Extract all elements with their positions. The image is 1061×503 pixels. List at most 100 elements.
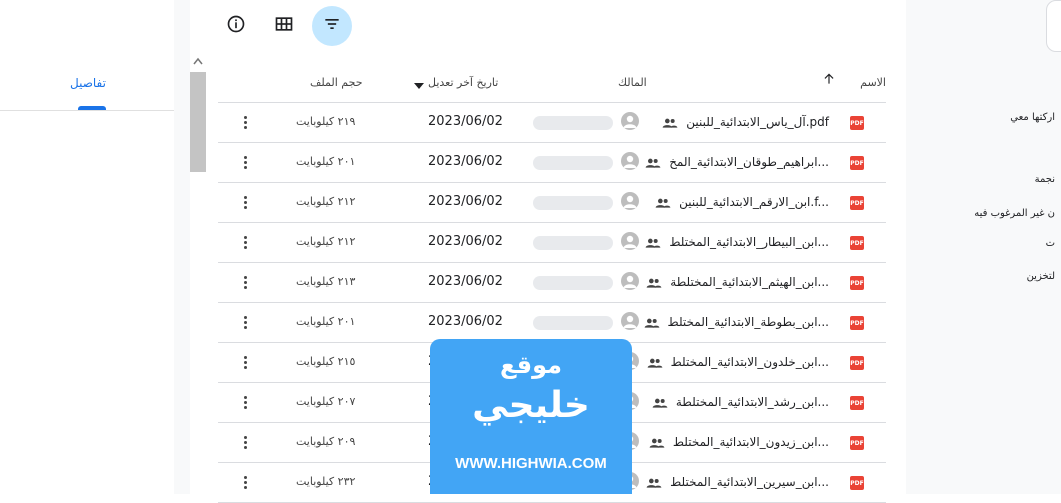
table-row[interactable]: PDF ابن_الهيثم_الابتدائية_المختلطة... 2023… [218, 262, 886, 303]
details-panel: تفاصيل [0, 0, 174, 494]
divider [0, 110, 174, 111]
file-size: ٢١٩ كيلوبايت [296, 115, 356, 128]
right-nav-panel: اركتها معي نجمة ن غير المرغوب فيه ت لتخز… [906, 0, 1061, 494]
file-size: ٢١٢ كيلوبايت [296, 195, 356, 208]
pdf-file-icon: PDF [850, 276, 864, 290]
shared-people-icon [645, 154, 661, 173]
owner-avatar [621, 312, 639, 330]
modified-date: 2023/06/02 [428, 114, 503, 129]
right-card [1046, 0, 1061, 52]
grid-view-icon [274, 14, 294, 38]
owner-name-redacted [533, 156, 613, 170]
owner-name-redacted [533, 276, 613, 290]
more-actions-icon[interactable] [238, 152, 252, 172]
file-size: ٢٠١ كيلوبايت [296, 155, 356, 168]
pdf-file-icon: PDF [850, 436, 864, 450]
modified-date: 2023/06/02 [428, 194, 503, 209]
nav-item-starred[interactable]: نجمة [1035, 174, 1055, 185]
filter-icon [322, 14, 342, 38]
shared-people-icon [645, 234, 661, 253]
file-name[interactable]: آل_ياس_الابتدائية_للبنين.pdf [686, 115, 829, 129]
shared-people-icon [649, 434, 665, 453]
file-name[interactable]: ابن_البيطار_الابتدائية_المختلط... [669, 235, 829, 249]
modified-date: 2023/06/02 [428, 154, 503, 169]
nav-item-storage[interactable]: لتخزين [1027, 271, 1055, 282]
nav-item-spam[interactable]: ن غير المرغوب فيه [974, 208, 1055, 219]
modified-date: 2023/06/02 [428, 234, 503, 249]
nav-item-shared-with-me[interactable]: اركتها معي [1010, 112, 1055, 123]
pdf-file-icon: PDF [850, 116, 864, 130]
shared-people-icon [655, 194, 671, 213]
shared-people-icon [652, 394, 668, 413]
filter-button[interactable] [312, 6, 352, 46]
owner-avatar [621, 192, 639, 210]
table-row[interactable]: PDF ابن_الارقم_الابتدائية_للبنين.f... 2023… [218, 182, 886, 223]
file-size: ٢٣٢ كيلوبايت [296, 475, 356, 488]
panel-gap [174, 0, 190, 494]
column-modified[interactable]: تاريخ آخر تعديل [428, 76, 498, 89]
file-size: ٢٠٧ كيلوبايت [296, 395, 356, 408]
pdf-file-icon: PDF [850, 236, 864, 250]
shared-people-icon [646, 474, 662, 493]
owner-name-redacted [533, 236, 613, 250]
sort-dropdown-icon[interactable] [414, 79, 424, 92]
file-size: ٢٠١ كيلوبايت [296, 315, 356, 328]
more-actions-icon[interactable] [238, 312, 252, 332]
modified-date: 2023/06/02 [428, 314, 503, 329]
file-name[interactable]: ابن_سيرين_الابتدائية_المختلط... [670, 475, 829, 489]
owner-name-redacted [533, 116, 613, 130]
info-icon [226, 14, 246, 38]
pdf-file-icon: PDF [850, 196, 864, 210]
file-name[interactable]: ابن_الهيثم_الابتدائية_المختلطة... [670, 275, 829, 289]
more-actions-icon[interactable] [238, 432, 252, 452]
owner-name-redacted [533, 196, 613, 210]
file-name[interactable]: ابن_خلدون_الابتدائية_المختلط... [671, 355, 829, 369]
file-name[interactable]: ابن_رشد_الابتدائية_المختلطة... [676, 395, 829, 409]
info-button[interactable] [216, 6, 256, 46]
owner-name-redacted [533, 316, 613, 330]
watermark-line1: موقع [499, 351, 562, 379]
pdf-file-icon: PDF [850, 356, 864, 370]
column-size[interactable]: حجم الملف [310, 76, 363, 89]
more-actions-icon[interactable] [238, 232, 252, 252]
more-actions-icon[interactable] [238, 272, 252, 292]
modified-date: 2023/06/02 [428, 274, 503, 289]
file-size: ٢١٥ كيلوبايت [296, 355, 356, 368]
file-list-header: الاسم المالك تاريخ آخر تعديل حجم الملف [218, 60, 886, 103]
file-name[interactable]: ابن_الارقم_الابتدائية_للبنين.f... [679, 195, 829, 209]
sort-arrow-up-icon[interactable] [822, 72, 836, 89]
shared-people-icon [646, 274, 662, 293]
file-size: ٢٠٩ كيلوبايت [296, 435, 356, 448]
scrollbar-thumb[interactable] [190, 72, 206, 172]
table-row[interactable]: PDF ابن_البيطار_الابتدائية_المختلط... 2023… [218, 222, 886, 263]
more-actions-icon[interactable] [238, 112, 252, 132]
file-name[interactable]: ابراهيم_طوقان_الابتدائية_المخ... [669, 155, 829, 169]
more-actions-icon[interactable] [238, 472, 252, 492]
pdf-file-icon: PDF [850, 476, 864, 490]
tab-details[interactable]: تفاصيل [70, 76, 106, 90]
file-name[interactable]: ابن_زيدون_الابتدائية_المختلط... [673, 435, 829, 449]
owner-avatar [621, 112, 639, 130]
watermark-line2: خليجي [472, 385, 590, 426]
owner-avatar [621, 272, 639, 290]
table-row[interactable]: PDF ابراهيم_طوقان_الابتدائية_المخ... 2023/… [218, 142, 886, 183]
table-row[interactable]: PDF آل_ياس_الابتدائية_للبنين.pdf 2023/06/0… [218, 102, 886, 143]
file-size: ٢١٣ كيلوبايت [296, 275, 356, 288]
scroll-up-button[interactable] [190, 54, 206, 68]
file-size: ٢١٢ كيلوبايت [296, 235, 356, 248]
more-actions-icon[interactable] [238, 192, 252, 212]
table-row[interactable]: PDF ابن_بطوطة_الابتدائية_المختلط... 2023/0… [218, 302, 886, 343]
grid-view-button[interactable] [264, 6, 304, 46]
more-actions-icon[interactable] [238, 352, 252, 372]
file-name[interactable]: ابن_بطوطة_الابتدائية_المختلط... [668, 315, 829, 329]
column-owner[interactable]: المالك [618, 76, 647, 89]
pdf-file-icon: PDF [850, 396, 864, 410]
owner-avatar [621, 232, 639, 250]
column-name[interactable]: الاسم [860, 76, 886, 89]
shared-people-icon [647, 354, 663, 373]
owner-avatar [621, 152, 639, 170]
more-actions-icon[interactable] [238, 392, 252, 412]
pdf-file-icon: PDF [850, 316, 864, 330]
shared-people-icon [644, 314, 660, 333]
nav-item-trash[interactable]: ت [1046, 238, 1055, 249]
